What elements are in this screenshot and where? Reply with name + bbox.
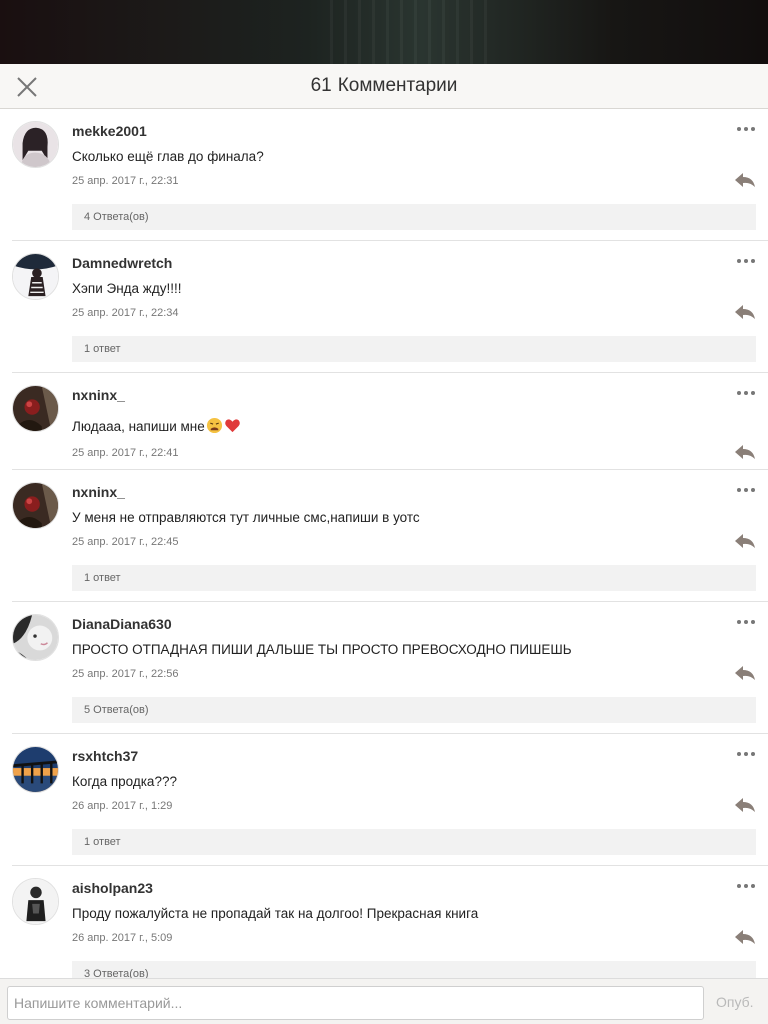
comment-text: Людааа, напиши мне <box>72 417 241 434</box>
more-icon <box>737 884 755 888</box>
reply-button[interactable] <box>734 797 756 813</box>
comment-text: ПРОСТО ОТПАДНАЯ ПИШИ ДАЛЬШЕ ТЫ ПРОСТО ПР… <box>72 642 572 657</box>
show-replies-button[interactable]: 4 Ответа(ов) <box>72 204 756 230</box>
comment-date: 26 апр. 2017 г., 1:29 <box>72 800 173 812</box>
reply-icon <box>735 173 755 187</box>
story-cover-image <box>0 0 768 64</box>
reply-icon <box>735 445 755 459</box>
comment-username[interactable]: aisholpan23 <box>72 880 153 896</box>
comment-item: aisholpan23 Проду пожалуйста не пропадай… <box>12 866 768 979</box>
avatar-dark-red-icon[interactable] <box>12 385 59 432</box>
comment-item: DianaDiana630 ПРОСТО ОТПАДНАЯ ПИШИ ДАЛЬШ… <box>12 602 768 734</box>
comment-text-content: Людааа, напиши мне <box>72 419 205 434</box>
more-options-button[interactable] <box>736 253 756 263</box>
comment-item: Damnedwretch Хэпи Энда жду!!!! 25 апр. 2… <box>12 241 768 373</box>
comment-count: 61 <box>310 75 332 96</box>
avatar-dark-red-icon[interactable] <box>12 482 59 529</box>
more-icon <box>737 259 755 263</box>
reply-icon <box>735 305 755 319</box>
show-replies-button[interactable]: 3 Ответа(ов) <box>72 961 756 979</box>
comment-date: 25 апр. 2017 г., 22:34 <box>72 307 179 319</box>
reply-icon <box>735 930 755 944</box>
reply-button[interactable] <box>734 444 756 460</box>
more-options-button[interactable] <box>736 121 756 131</box>
reply-icon <box>735 798 755 812</box>
reply-icon <box>735 666 755 680</box>
comment-item: mekke2001 Сколько ещё глав до финала? 25… <box>12 109 768 241</box>
show-replies-button[interactable]: 1 ответ <box>72 565 756 591</box>
comments-header: 61 Комментарии <box>0 64 768 109</box>
reply-button[interactable] <box>734 665 756 681</box>
reply-button[interactable] <box>734 304 756 320</box>
comment-date: 25 апр. 2017 г., 22:56 <box>72 668 179 680</box>
publish-button[interactable]: Опуб. <box>716 994 754 1010</box>
more-icon <box>737 127 755 131</box>
comment-item: nxninx_ У меня не отправляются тут личны… <box>12 470 768 602</box>
page-title: 61 Комментарии <box>311 75 458 97</box>
comment-date: 25 апр. 2017 г., 22:45 <box>72 536 179 548</box>
more-icon <box>737 391 755 395</box>
comment-username[interactable]: Damnedwretch <box>72 255 172 271</box>
more-icon <box>737 620 755 624</box>
more-options-button[interactable] <box>736 385 756 395</box>
show-replies-button[interactable]: 1 ответ <box>72 336 756 362</box>
reply-button[interactable] <box>734 533 756 549</box>
more-icon <box>737 752 755 756</box>
reply-icon <box>735 534 755 548</box>
close-icon <box>17 77 37 97</box>
comment-username[interactable]: nxninx_ <box>72 387 125 403</box>
show-replies-button[interactable]: 1 ответ <box>72 829 756 855</box>
comment-text: Хэпи Энда жду!!!! <box>72 281 182 296</box>
comments-title: Комментарии <box>337 75 458 96</box>
more-options-button[interactable] <box>736 878 756 888</box>
close-button[interactable] <box>14 74 40 100</box>
avatar-person-icon[interactable] <box>12 878 59 925</box>
comment-text: У меня не отправляются тут личные смс,на… <box>72 510 420 525</box>
comment-list[interactable]: mekke2001 Сколько ещё глав до финала? 25… <box>0 109 768 979</box>
avatar-bw-face-icon[interactable] <box>12 614 59 661</box>
comment-item: rsxhtch37 Когда продка??? 26 апр. 2017 г… <box>12 734 768 866</box>
more-icon <box>737 488 755 492</box>
comment-composer: Опуб. <box>0 978 768 1024</box>
comment-date: 26 апр. 2017 г., 5:09 <box>72 932 173 944</box>
avatar-girl-icon[interactable] <box>12 121 59 168</box>
more-options-button[interactable] <box>736 614 756 624</box>
comment-text: Когда продка??? <box>72 774 177 789</box>
comment-input[interactable] <box>7 986 704 1020</box>
reply-button[interactable] <box>734 172 756 188</box>
red-heart-emoji-icon <box>224 419 240 433</box>
comment-date: 25 апр. 2017 г., 22:41 <box>72 447 179 459</box>
more-options-button[interactable] <box>736 482 756 492</box>
avatar-sunset-icon[interactable] <box>12 746 59 793</box>
avatar-figure-icon[interactable] <box>12 253 59 300</box>
comment-item: nxninx_ Людааа, напиши мне 25 апр. 2017 … <box>12 373 768 470</box>
show-replies-button[interactable]: 5 Ответа(ов) <box>72 697 756 723</box>
comment-username[interactable]: DianaDiana630 <box>72 616 172 632</box>
comment-text: Сколько ещё глав до финала? <box>72 149 264 164</box>
reply-button[interactable] <box>734 929 756 945</box>
weary-face-emoji-icon <box>206 417 222 434</box>
comment-username[interactable]: rsxhtch37 <box>72 748 138 764</box>
comment-username[interactable]: mekke2001 <box>72 123 147 139</box>
more-options-button[interactable] <box>736 746 756 756</box>
comment-text: Проду пожалуйста не пропадай так на долг… <box>72 906 479 921</box>
comment-username[interactable]: nxninx_ <box>72 484 125 500</box>
comment-date: 25 апр. 2017 г., 22:31 <box>72 175 179 187</box>
